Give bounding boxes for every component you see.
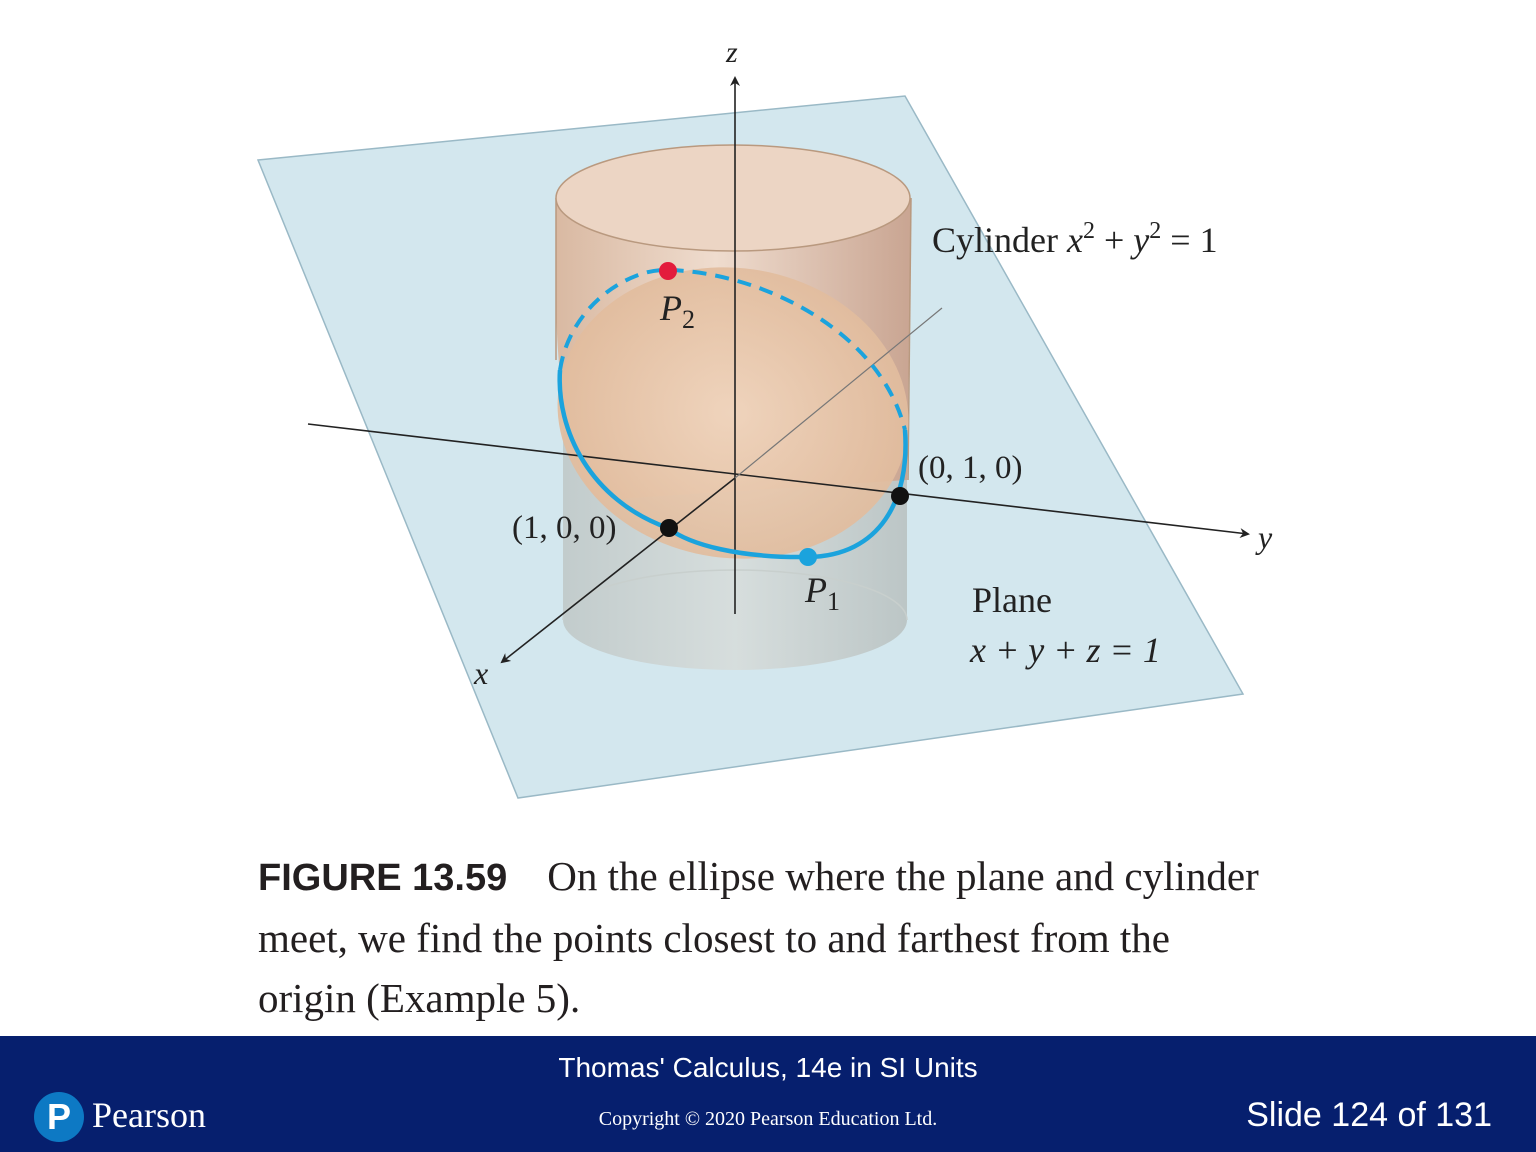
figure-caption: FIGURE 13.59 On the ellipse where the pla…: [258, 846, 1278, 1028]
cylinder-plane-diagram: z y x P2 P1 (1, 0, 0) (0, 1, 0) Cylinder…: [256, 36, 1273, 799]
slide-counter: Slide 124 of 131: [1246, 1096, 1492, 1134]
label-point-1-0-0: (1, 0, 0): [512, 510, 616, 546]
point-p1: [799, 548, 817, 566]
figure-13-59: z y x P2 P1 (1, 0, 0) (0, 1, 0) Cylinder…: [0, 0, 1536, 820]
plane-label-equation: x + y + z = 1: [969, 630, 1161, 670]
label-point-0-1-0: (0, 1, 0): [918, 450, 1022, 486]
cylinder-label: Cylinder x2 + y2 = 1: [932, 218, 1218, 260]
y-axis-label: y: [1255, 519, 1273, 555]
plane-label-word: Plane: [972, 580, 1052, 620]
z-axis-label: z: [725, 36, 738, 69]
point-1-0-0: [660, 519, 678, 537]
point-p2: [659, 262, 677, 280]
slide-footer: P Pearson Thomas' Calculus, 14e in SI Un…: [0, 1036, 1536, 1152]
point-0-1-0: [891, 487, 909, 505]
x-axis-label: x: [473, 655, 488, 691]
figure-number: FIGURE 13.59: [258, 857, 508, 899]
course-title: Thomas' Calculus, 14e in SI Units: [558, 1052, 978, 1083]
cylinder-top: [555, 144, 911, 252]
